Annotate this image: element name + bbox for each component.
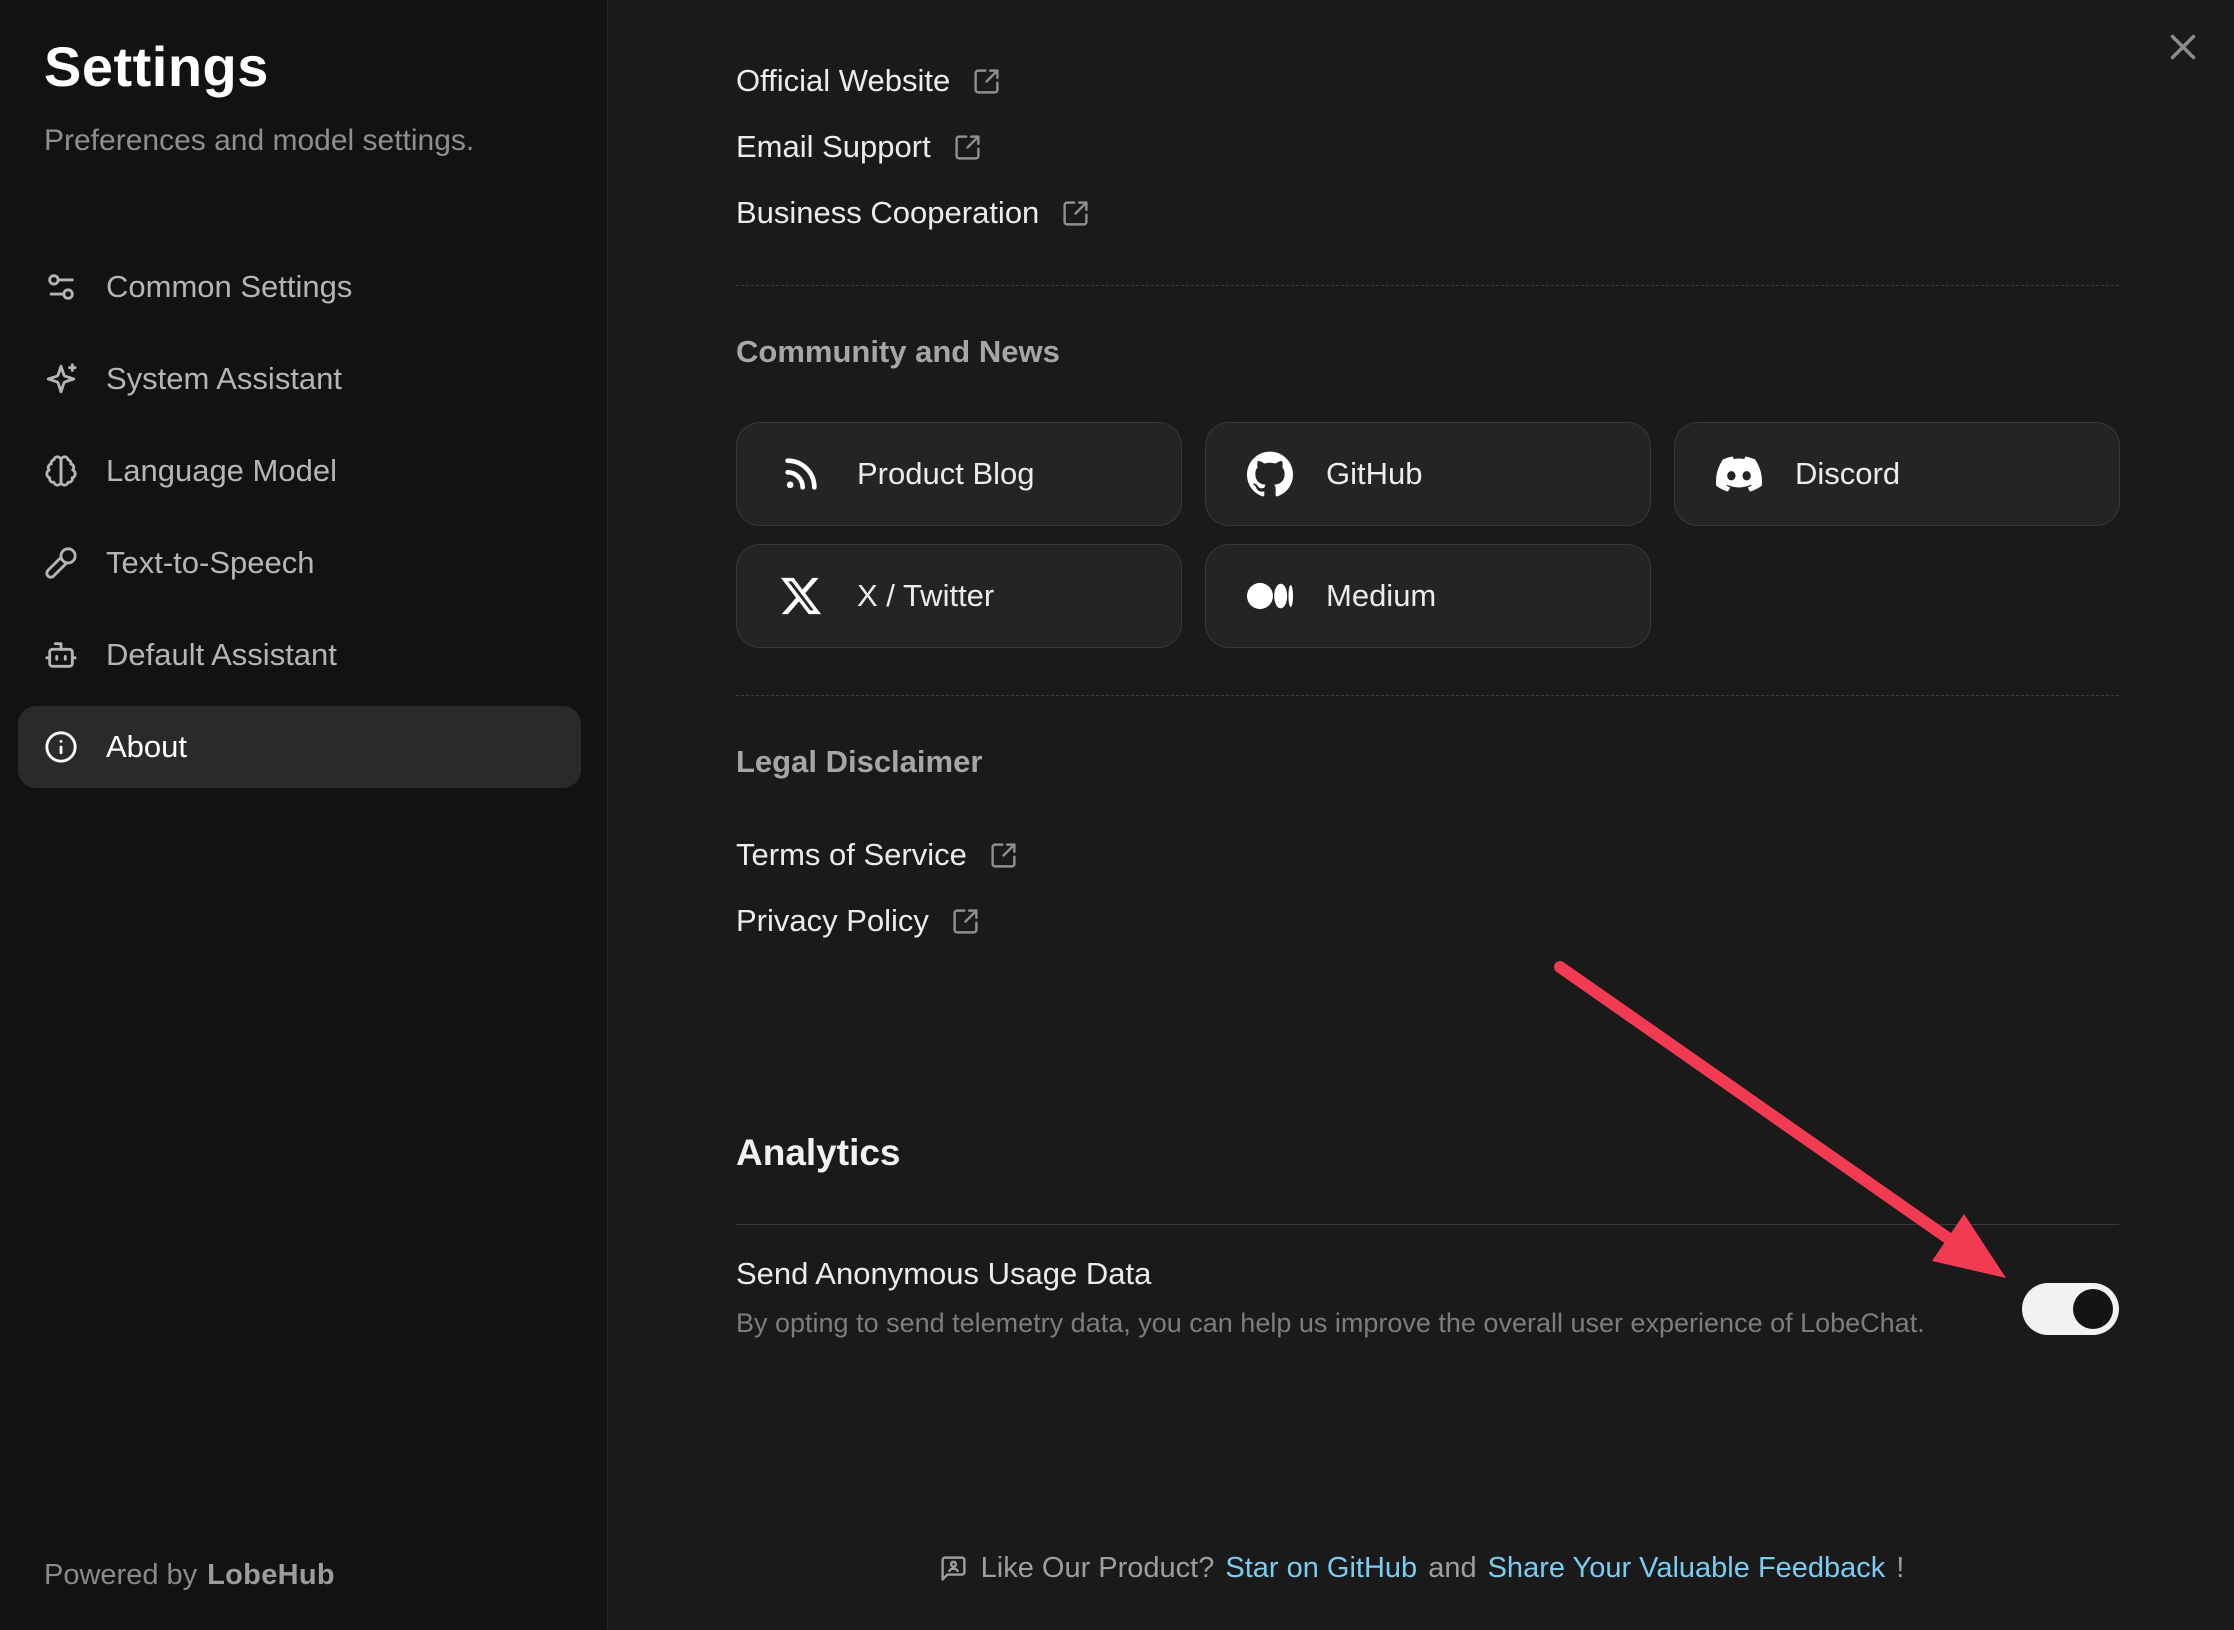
privacy-policy-link[interactable]: Privacy Policy <box>736 897 980 945</box>
card-label: Medium <box>1326 578 1436 614</box>
send-usage-data-description: By opting to send telemetry data, you ca… <box>736 1308 1925 1339</box>
close-button[interactable] <box>2158 22 2208 72</box>
info-icon <box>44 730 78 764</box>
powered-by-text: Powered by <box>44 1559 197 1591</box>
page-subtitle: Preferences and model settings. <box>44 124 474 158</box>
terms-of-service-link[interactable]: Terms of Service <box>736 831 1018 879</box>
card-label: Product Blog <box>857 456 1035 492</box>
link-label: Business Cooperation <box>736 195 1039 231</box>
footer-text: and <box>1428 1552 1476 1585</box>
medium-button[interactable]: Medium <box>1205 544 1651 648</box>
x-twitter-icon <box>777 576 825 616</box>
sidebar-item-text-to-speech[interactable]: Text-to-Speech <box>18 522 581 604</box>
sidebar-item-label: System Assistant <box>106 361 342 397</box>
divider <box>736 1224 2119 1225</box>
discord-icon <box>1715 451 1763 497</box>
bot-icon <box>44 638 78 672</box>
share-feedback-link[interactable]: Share Your Valuable Feedback <box>1488 1552 1886 1585</box>
card-label: X / Twitter <box>857 578 994 614</box>
send-usage-data-label: Send Anonymous Usage Data <box>736 1256 1151 1292</box>
rss-icon <box>777 454 825 494</box>
external-link-icon <box>1061 199 1090 228</box>
external-link-icon <box>989 841 1018 870</box>
sidebar: Settings Preferences and model settings.… <box>0 0 608 1630</box>
divider <box>736 285 2119 286</box>
sidebar-item-label: Language Model <box>106 453 337 489</box>
brain-icon <box>44 454 78 488</box>
feedback-bubble-icon <box>939 1554 968 1583</box>
external-link-icon <box>953 133 982 162</box>
email-support-link[interactable]: Email Support <box>736 123 982 171</box>
business-cooperation-link[interactable]: Business Cooperation <box>736 189 1090 237</box>
footer-text: Like Our Product? <box>981 1552 1215 1585</box>
mic-icon <box>44 546 78 580</box>
divider <box>736 695 2119 696</box>
github-icon <box>1246 451 1294 497</box>
sidebar-item-system-assistant[interactable]: System Assistant <box>18 338 581 420</box>
close-icon <box>2162 26 2204 68</box>
sidebar-item-language-model[interactable]: Language Model <box>18 430 581 512</box>
toggle-knob <box>2073 1289 2113 1329</box>
external-link-icon <box>972 67 1001 96</box>
send-usage-toggle[interactable] <box>2022 1283 2119 1335</box>
powered-by: Powered by LobeHub <box>44 1559 335 1592</box>
github-button[interactable]: GitHub <box>1205 422 1651 526</box>
settings-modal: Settings Preferences and model settings.… <box>0 0 2234 1630</box>
card-label: Discord <box>1795 456 1900 492</box>
sidebar-item-common-settings[interactable]: Common Settings <box>18 246 581 328</box>
sidebar-item-label: About <box>106 729 187 765</box>
lobehub-brand[interactable]: LobeHub <box>207 1559 335 1591</box>
product-blog-button[interactable]: Product Blog <box>736 422 1182 526</box>
link-label: Email Support <box>736 129 931 165</box>
feedback-footer: Like Our Product? Star on GitHub and Sha… <box>609 1552 2234 1585</box>
discord-button[interactable]: Discord <box>1674 422 2120 526</box>
card-label: GitHub <box>1326 456 1422 492</box>
community-heading: Community and News <box>736 334 1060 370</box>
legal-heading: Legal Disclaimer <box>736 744 982 780</box>
sliders-icon <box>44 270 78 304</box>
sidebar-item-label: Default Assistant <box>106 637 337 673</box>
sidebar-item-label: Common Settings <box>106 269 352 305</box>
external-link-icon <box>951 907 980 936</box>
analytics-heading: Analytics <box>736 1132 901 1174</box>
official-website-link[interactable]: Official Website <box>736 57 1001 105</box>
page-title: Settings <box>44 34 269 99</box>
about-panel: Contact Us Official Website Email Suppor… <box>609 0 2234 1630</box>
link-label: Privacy Policy <box>736 903 929 939</box>
sidebar-item-default-assistant[interactable]: Default Assistant <box>18 614 581 696</box>
sidebar-item-about[interactable]: About <box>18 706 581 788</box>
link-label: Official Website <box>736 63 950 99</box>
sidebar-nav: Common Settings System Assistant Languag… <box>18 246 581 798</box>
link-label: Terms of Service <box>736 837 967 873</box>
medium-icon <box>1246 573 1294 619</box>
sidebar-item-label: Text-to-Speech <box>106 545 315 581</box>
x-twitter-button[interactable]: X / Twitter <box>736 544 1182 648</box>
sparkles-icon <box>44 362 78 396</box>
star-on-github-link[interactable]: Star on GitHub <box>1225 1552 1417 1585</box>
footer-text: ! <box>1896 1552 1904 1585</box>
